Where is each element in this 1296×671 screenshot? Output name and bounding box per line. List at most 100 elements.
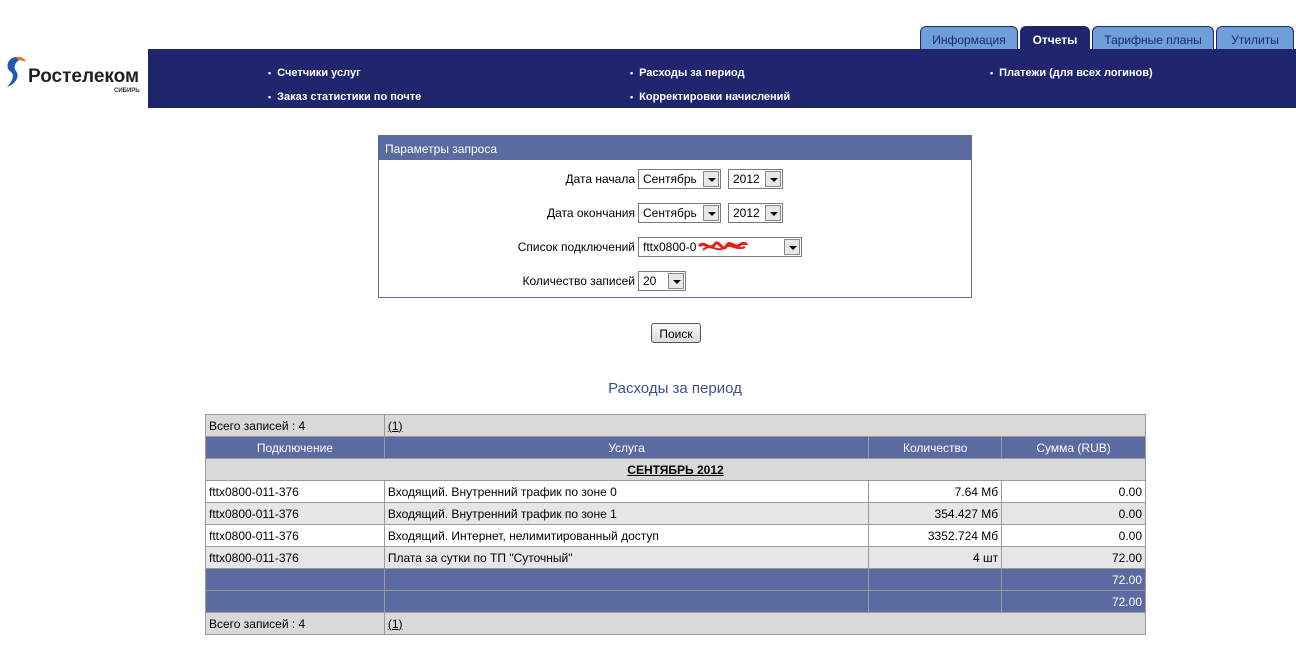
cell-connection: fttx0800-011-376 [205, 480, 385, 503]
col-header-sum: Сумма (RUB) [1001, 436, 1146, 459]
dropdown-arrow-icon[interactable] [784, 239, 800, 255]
cell-service: Входящий. Интернет, нелимитированный дос… [383, 524, 870, 547]
pagination-cell: (1) [383, 414, 1147, 437]
table-header-row: Подключение Услуга Количество Сумма (RUB… [205, 436, 1146, 459]
records-count-row: Количество записей 20 [379, 271, 971, 291]
total-row: 72.00 [205, 590, 1146, 613]
cell-quantity: 354.427 Мб [868, 502, 1003, 525]
start-year-select[interactable]: 2012 [728, 169, 783, 189]
cell-connection: fttx0800-011-376 [205, 502, 385, 525]
bullet-icon: • [990, 68, 994, 78]
connections-value: fttx0800-0 [643, 240, 697, 254]
cell-connection: fttx0800-011-376 [205, 524, 385, 547]
records-count-label: Количество записей [522, 274, 635, 288]
start-date-label: Дата начала [565, 172, 635, 186]
col-header-quantity: Количество [868, 436, 1003, 459]
tab-utilities[interactable]: Утилиты [1216, 26, 1294, 49]
nav-payments[interactable]: • Платежи (для всех логинов) [990, 67, 1153, 79]
query-params-panel: Параметры запроса Дата начала Сентябрь 2… [378, 135, 972, 298]
expenses-table: Всего записей : 4 (1) Подключение Услуга… [205, 414, 1147, 635]
records-count-select[interactable]: 20 [638, 271, 686, 291]
end-year-value: 2012 [733, 206, 760, 220]
table-row: fttx0800-011-376 Входящий. Внутренний тр… [205, 502, 1146, 525]
month-link[interactable]: СЕНТЯБРЬ 2012 [627, 463, 723, 477]
search-button[interactable]: Поиск [651, 323, 701, 343]
nav-corrections[interactable]: • Корректировки начислений [630, 91, 790, 103]
table-footer-row: Всего записей : 4 (1) [205, 612, 1147, 635]
col-header-connection: Подключение [205, 436, 385, 459]
bullet-icon: • [630, 92, 634, 102]
col-header-service: Услуга [383, 436, 870, 459]
rostelecom-logo-icon [7, 56, 26, 87]
start-month-value: Сентябрь [643, 172, 697, 186]
cell-sum: 0.00 [1001, 502, 1146, 525]
cell-sum: 72.00 [1001, 546, 1146, 569]
table-summary-row: Всего записей : 4 (1) [205, 414, 1147, 437]
nav-service-counters-label: Счетчики услуг [277, 67, 361, 79]
start-year-value: 2012 [733, 172, 760, 186]
nav-period-expenses-label: Расходы за период [639, 67, 745, 79]
connections-label: Список подключений [517, 240, 635, 254]
page-link-1[interactable]: (1) [388, 419, 403, 433]
month-group-row: СЕНТЯБРЬ 2012 [205, 458, 1146, 481]
subtotal-empty [383, 568, 870, 591]
table-row: fttx0800-011-376 Входящий. Внутренний тр… [205, 480, 1146, 503]
logo-subtitle: СИБИРЬ [114, 88, 140, 94]
total-sum: 72.00 [1001, 590, 1146, 613]
pagination-cell-footer: (1) [383, 612, 1147, 635]
cell-quantity: 3352.724 Мб [868, 524, 1003, 547]
subtotal-empty [868, 568, 1003, 591]
nav-period-expenses[interactable]: • Расходы за период [630, 67, 745, 79]
dropdown-arrow-icon[interactable] [703, 205, 719, 221]
end-month-value: Сентябрь [643, 206, 697, 220]
bullet-icon: • [630, 68, 634, 78]
total-records-text-footer: Всего записей : 4 [205, 612, 385, 635]
cell-service: Входящий. Внутренний трафик по зоне 0 [383, 480, 870, 503]
total-empty [205, 590, 385, 613]
dropdown-arrow-icon[interactable] [703, 171, 719, 187]
dropdown-arrow-icon[interactable] [668, 273, 684, 289]
report-title: Расходы за период [608, 380, 742, 397]
dropdown-arrow-icon[interactable] [765, 205, 781, 221]
cell-sum: 0.00 [1001, 480, 1146, 503]
tab-info[interactable]: Информация [920, 26, 1018, 49]
bullet-icon: • [268, 68, 272, 78]
redaction-scribble-icon [697, 241, 749, 251]
total-empty [868, 590, 1003, 613]
nav-service-counters[interactable]: • Счетчики услуг [268, 67, 361, 79]
query-params-title: Параметры запроса [379, 136, 971, 160]
logo-text: Ростелеком [28, 66, 140, 87]
cell-service: Плата за сутки по ТП "Суточный" [383, 546, 870, 569]
cell-connection: fttx0800-011-376 [205, 546, 385, 569]
end-month-select[interactable]: Сентябрь [638, 203, 721, 223]
records-count-value: 20 [643, 274, 657, 288]
start-date-row: Дата начала Сентябрь 2012 [379, 169, 971, 189]
reports-nav-bar: • Счетчики услуг • Заказ статистики по поч… [148, 49, 1296, 108]
month-cell: СЕНТЯБРЬ 2012 [205, 458, 1146, 481]
rostelecom-logo[interactable]: Ростелеком СИБИРЬ [2, 54, 148, 106]
subtotal-sum: 72.00 [1001, 568, 1146, 591]
page-link-1-footer[interactable]: (1) [388, 617, 403, 631]
start-month-select[interactable]: Сентябрь [638, 169, 721, 189]
tab-reports[interactable]: Отчеты [1020, 26, 1090, 49]
subtotal-empty [205, 568, 385, 591]
cell-sum: 0.00 [1001, 524, 1146, 547]
cell-quantity: 7.64 Мб [868, 480, 1003, 503]
connections-row: Список подключений fttx0800-0 [379, 237, 971, 257]
cell-service: Входящий. Внутренний трафик по зоне 1 [383, 502, 870, 525]
connections-select[interactable]: fttx0800-0 [638, 237, 802, 257]
nav-payments-label: Платежи (для всех логинов) [999, 67, 1153, 79]
nav-mail-statistics-label: Заказ статистики по почте [277, 91, 422, 103]
table-row: fttx0800-011-376 Входящий. Интернет, нел… [205, 524, 1146, 547]
end-date-row: Дата окончания Сентябрь 2012 [379, 203, 971, 223]
total-records-text: Всего записей : 4 [205, 414, 385, 437]
end-date-label: Дата окончания [546, 206, 635, 220]
nav-corrections-label: Корректировки начислений [639, 91, 791, 103]
end-year-select[interactable]: 2012 [728, 203, 783, 223]
total-empty [383, 590, 870, 613]
table-row: fttx0800-011-376 Плата за сутки по ТП "С… [205, 546, 1146, 569]
bullet-icon: • [268, 92, 272, 102]
nav-mail-statistics[interactable]: • Заказ статистики по почте [268, 91, 421, 103]
dropdown-arrow-icon[interactable] [765, 171, 781, 187]
tab-tariff-plans[interactable]: Тарифные планы [1092, 26, 1214, 49]
